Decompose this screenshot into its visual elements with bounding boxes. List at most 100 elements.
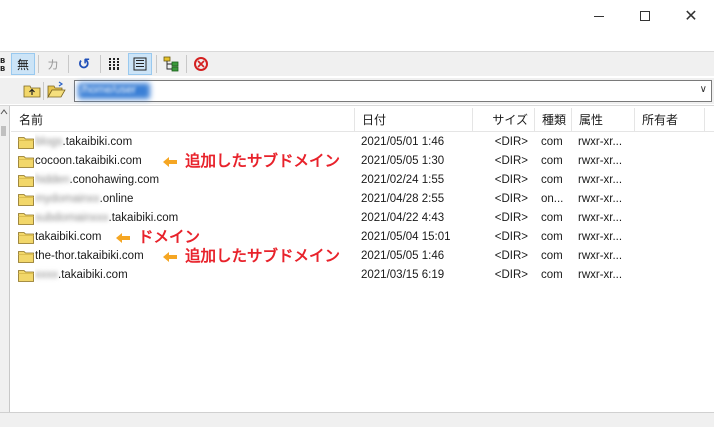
file-type: com	[541, 250, 563, 262]
binary-mode-icon: B B	[0, 57, 5, 72]
arrow-left-icon	[116, 232, 130, 243]
file-size: <DIR>	[494, 250, 528, 262]
file-name-text: the-thor.takaibiki.com	[35, 250, 144, 262]
path-combobox[interactable]: /home/user ∨	[74, 80, 712, 102]
katakana-button[interactable]: カ	[42, 53, 64, 75]
toolbar-divider	[100, 55, 101, 73]
file-attr: rwxr-xr...	[578, 193, 623, 205]
file-size: <DIR>	[494, 212, 528, 224]
refresh-icon: ↺	[77, 55, 91, 73]
file-name: mydomainxx.online	[35, 190, 365, 209]
pathbar-separator	[0, 105, 714, 106]
table-row[interactable]: hidden.conohawing.com 2021/02/24 1:55 <D…	[11, 171, 714, 190]
file-name: xxxx.takaibiki.com	[35, 266, 365, 285]
file-name-text: .conohawing.com	[69, 174, 160, 186]
file-date: 2021/04/28 2:55	[361, 193, 445, 205]
details-view-button[interactable]	[128, 53, 152, 75]
column-divider[interactable]	[704, 108, 705, 132]
table-row[interactable]: xxxx.takaibiki.com 2021/03/15 6:19 <DIR>…	[11, 266, 714, 285]
file-name: blogs.takaibiki.com	[35, 133, 365, 152]
maximize-icon	[640, 11, 650, 21]
parent-folder-icon	[23, 85, 41, 98]
file-date: 2021/05/01 1:46	[361, 136, 445, 148]
file-type: com	[541, 174, 563, 186]
toolbar-divider	[68, 55, 69, 73]
chevron-down-icon[interactable]: ∨	[700, 84, 707, 95]
file-type: com	[541, 269, 563, 281]
column-header-type[interactable]: 種類	[534, 108, 571, 132]
annotation-text: 追加したサブドメイン	[185, 152, 341, 170]
close-button[interactable]: ✕	[668, 0, 714, 32]
folder-icon	[18, 175, 34, 187]
svg-text:B: B	[0, 57, 5, 65]
folder-icon	[18, 156, 34, 168]
file-date: 2021/05/05 1:46	[361, 250, 445, 262]
annotation-domain: ドメイン	[116, 228, 200, 247]
folder-icon	[18, 270, 34, 282]
file-size: <DIR>	[494, 269, 528, 281]
redacted-name: subdomainxxx	[35, 212, 109, 224]
file-name: hidden.conohawing.com	[35, 171, 365, 190]
file-attr: rwxr-xr...	[578, 155, 623, 167]
column-header-name[interactable]: 名前	[11, 108, 354, 132]
redacted-name: blogs	[35, 136, 63, 148]
katakana-icon: カ	[46, 57, 59, 72]
file-attr: rwxr-xr...	[578, 212, 623, 224]
binary-mode-button[interactable]: B B	[0, 53, 8, 75]
file-size: <DIR>	[494, 193, 528, 205]
column-header-size[interactable]: サイズ	[472, 108, 534, 132]
file-name-text: .takaibiki.com	[62, 136, 133, 148]
file-date: 2021/05/04 15:01	[361, 231, 451, 243]
file-date: 2021/04/22 4:43	[361, 212, 445, 224]
table-row[interactable]: mydomainxx.online 2021/04/28 2:55 <DIR> …	[11, 190, 714, 209]
list-header: 名前 日付 サイズ 種類 属性 所有者	[11, 108, 714, 132]
annotation-added-subdomain: 追加したサブドメイン	[163, 247, 340, 266]
file-attr: rwxr-xr...	[578, 250, 623, 262]
file-list[interactable]: 名前 日付 サイズ 種類 属性 所有者 blogs.takaibiki.com …	[11, 108, 714, 412]
minimize-button[interactable]	[576, 0, 622, 32]
no-conversion-button[interactable]: 無	[11, 53, 35, 75]
file-attr: rwxr-xr...	[578, 174, 623, 186]
open-folder-icon	[47, 81, 66, 99]
annotation-added-subdomain: 追加したサブドメイン	[163, 152, 340, 171]
tree-view-button[interactable]	[160, 53, 182, 75]
open-folder-button[interactable]	[46, 80, 66, 100]
column-header-owner[interactable]: 所有者	[634, 108, 704, 132]
folder-icon	[18, 232, 34, 244]
file-name: subdomainxxx.takaibiki.com	[35, 209, 365, 228]
left-pane-edge[interactable]	[0, 106, 10, 412]
table-row[interactable]: subdomainxxx.takaibiki.com 2021/04/22 4:…	[11, 209, 714, 228]
toolbar-divider	[186, 55, 187, 73]
folder-icon	[18, 137, 34, 149]
column-header-attr[interactable]: 属性	[571, 108, 634, 132]
file-attr: rwxr-xr...	[578, 231, 623, 243]
path-value: /home/user	[81, 84, 137, 96]
table-row[interactable]: blogs.takaibiki.com 2021/05/01 1:46 <DIR…	[11, 133, 714, 152]
list-view-button[interactable]	[104, 53, 126, 75]
refresh-button[interactable]: ↺	[73, 53, 95, 75]
stop-button[interactable]	[190, 53, 212, 75]
file-name-text: cocoon.takaibiki.com	[35, 155, 142, 167]
folder-icon	[18, 194, 34, 206]
file-type: on...	[541, 193, 564, 205]
svg-text:B: B	[0, 65, 5, 72]
table-row[interactable]: the-thor.takaibiki.com 追加したサブドメイン 2021/0…	[11, 247, 714, 266]
file-type: com	[541, 155, 563, 167]
file-name-text: .takaibiki.com	[58, 269, 128, 281]
redacted-name: xxxx	[35, 269, 58, 281]
toolbar-divider	[156, 55, 157, 73]
column-header-date[interactable]: 日付	[354, 108, 472, 132]
table-row[interactable]: cocoon.takaibiki.com 追加したサブドメイン 2021/05/…	[11, 152, 714, 171]
details-view-icon	[133, 57, 147, 71]
maximize-button[interactable]	[622, 0, 668, 32]
folder-icon	[18, 251, 34, 263]
redacted-name: mydomainxx	[35, 193, 100, 205]
redacted-name: hidden	[35, 174, 70, 186]
path-bar: /home/user ∨	[0, 78, 714, 104]
pathbar-divider	[43, 82, 44, 100]
table-row[interactable]: takaibiki.com ドメイン 2021/05/04 15:01 <DIR…	[11, 228, 714, 247]
parent-folder-button[interactable]	[22, 80, 42, 100]
file-date: 2021/02/24 1:55	[361, 174, 445, 186]
minimize-icon	[594, 15, 604, 17]
left-scroll-arrows[interactable]	[0, 106, 8, 136]
